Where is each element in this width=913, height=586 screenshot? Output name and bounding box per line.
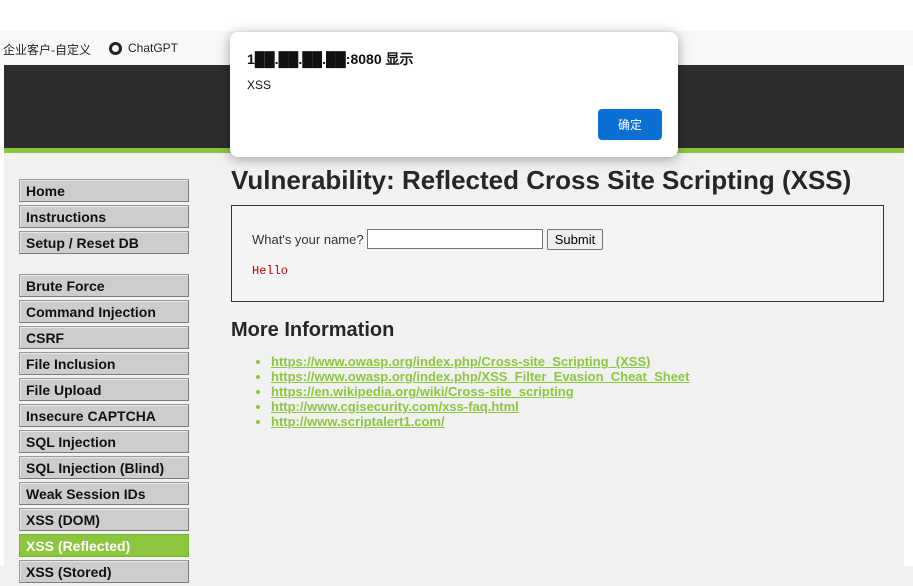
list-item: http://www.scriptalert1.com/ — [271, 414, 690, 429]
menu-item-xss-stored[interactable]: XSS (Stored) — [19, 560, 189, 583]
menu-item-insecure-captcha[interactable]: Insecure CAPTCHA — [19, 404, 189, 427]
main-menu-group-2: Brute Force Command Injection CSRF File … — [19, 274, 189, 586]
bookmark-chatgpt[interactable]: ChatGPT — [109, 41, 178, 55]
link-wikipedia-xss[interactable]: https://en.wikipedia.org/wiki/Cross-site… — [271, 384, 574, 399]
more-info-links: https://www.owasp.org/index.php/Cross-si… — [231, 354, 690, 429]
list-item: http://www.cgisecurity.com/xss-faq.html — [271, 399, 690, 414]
more-info-heading: More Information — [231, 319, 395, 341]
dialog-message: XSS — [247, 78, 272, 92]
browser-top-strip — [0, 0, 913, 32]
menu-item-csrf[interactable]: CSRF — [19, 326, 189, 349]
name-question-label: What's your name? — [252, 232, 364, 247]
menu-item-weak-session-ids[interactable]: Weak Session IDs — [19, 482, 189, 505]
main-menu-group-1: Home Instructions Setup / Reset DB — [19, 179, 189, 257]
bookmark-label: ChatGPT — [128, 41, 179, 55]
menu-item-sql-injection[interactable]: SQL Injection — [19, 430, 189, 453]
dialog-title: 1██.██.██.██:8080 显示 — [247, 51, 414, 67]
bookmark-label: 企业客户-自定义 — [3, 43, 91, 57]
menu-item-sql-injection-blind[interactable]: SQL Injection (Blind) — [19, 456, 189, 479]
link-owasp-filter-evasion[interactable]: https://www.owasp.org/index.php/XSS_Filt… — [271, 369, 690, 384]
ok-button[interactable]: 确定 — [598, 109, 662, 140]
vulnerable-code-area: What's your name? Submit Hello — [231, 205, 884, 302]
chatgpt-icon — [109, 41, 122, 55]
menu-item-brute-force[interactable]: Brute Force — [19, 274, 189, 297]
menu-item-home[interactable]: Home — [19, 179, 189, 202]
alert-dialog: 1██.██.██.██:8080 显示 XSS 确定 — [230, 32, 678, 157]
menu-item-xss-reflected[interactable]: XSS (Reflected) — [19, 534, 189, 557]
link-scriptalert1[interactable]: http://www.scriptalert1.com/ — [271, 414, 445, 429]
menu-item-setup[interactable]: Setup / Reset DB — [19, 231, 189, 254]
page-right-edge — [904, 65, 913, 566]
output-text: Hello — [252, 264, 289, 278]
submit-button[interactable]: Submit — [547, 229, 603, 250]
name-input[interactable] — [367, 229, 543, 249]
link-owasp-xss[interactable]: https://www.owasp.org/index.php/Cross-si… — [271, 354, 650, 369]
list-item: https://en.wikipedia.org/wiki/Cross-site… — [271, 384, 690, 399]
menu-item-instructions[interactable]: Instructions — [19, 205, 189, 228]
list-item: https://www.owasp.org/index.php/XSS_Filt… — [271, 369, 690, 384]
menu-item-xss-dom[interactable]: XSS (DOM) — [19, 508, 189, 531]
list-item: https://www.owasp.org/index.php/Cross-si… — [271, 354, 690, 369]
menu-item-file-upload[interactable]: File Upload — [19, 378, 189, 401]
menu-item-command-injection[interactable]: Command Injection — [19, 300, 189, 323]
page-title: Vulnerability: Reflected Cross Site Scri… — [231, 165, 852, 195]
menu-item-file-inclusion[interactable]: File Inclusion — [19, 352, 189, 375]
link-cgisecurity[interactable]: http://www.cgisecurity.com/xss-faq.html — [271, 399, 519, 414]
bookmark-custom[interactable]: 企业客户-自定义 — [3, 41, 91, 58]
